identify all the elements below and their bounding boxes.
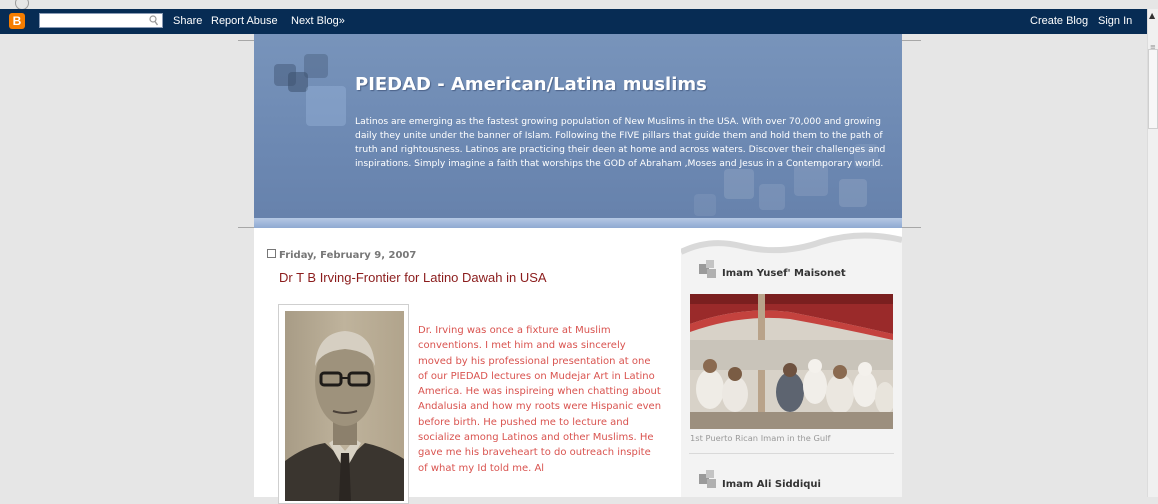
blog-title[interactable]: PIEDAD - American/Latina muslims xyxy=(355,74,707,95)
header-square-decoration xyxy=(839,179,867,207)
blogger-logo-icon[interactable]: B xyxy=(9,13,25,29)
sidebar: Imam Yusef' Maisonet 1st Puerto Rican Im… xyxy=(681,228,902,497)
header-band xyxy=(254,218,902,228)
header-square-decoration xyxy=(759,184,785,210)
post-body: Dr. Irving was once a fixture at Muslim … xyxy=(418,325,662,474)
blogger-navbar: B Share Report Abuse Next Blog» Create B… xyxy=(0,9,1147,34)
header-square-decoration xyxy=(724,169,754,199)
imam-yusef-photo[interactable] xyxy=(690,294,893,429)
post-photo[interactable] xyxy=(278,304,409,504)
browser-top-strip xyxy=(0,0,1158,10)
search-icon[interactable] xyxy=(149,15,158,26)
widget-squares-icon xyxy=(699,470,716,488)
tent-gathering-image xyxy=(690,294,893,429)
share-link[interactable]: Share xyxy=(173,15,202,27)
portrait-image xyxy=(285,311,404,501)
blog-description: Latinos are emerging as the fastest grow… xyxy=(355,116,886,169)
vertical-scrollbar[interactable]: ▲ ≡ xyxy=(1147,9,1158,497)
create-blog-link[interactable]: Create Blog xyxy=(1030,15,1088,27)
header-square-decoration xyxy=(304,54,328,78)
post-date: Friday, February 9, 2007 xyxy=(267,249,416,261)
scroll-grip-icon: ≡ xyxy=(1150,43,1156,51)
portrait-illustration xyxy=(285,331,404,501)
scrollbar-thumb[interactable] xyxy=(1148,49,1158,129)
widget-title-imam-yusef: Imam Yusef' Maisonet xyxy=(722,268,846,279)
sign-in-link[interactable]: Sign In xyxy=(1098,15,1132,27)
post-title[interactable]: Dr T B Irving-Frontier for Latino Dawah … xyxy=(279,270,547,285)
square-bullet-icon xyxy=(267,249,276,258)
post-date-text: Friday, February 9, 2007 xyxy=(279,250,417,261)
widget-title-imam-ali: Imam Ali Siddiqui xyxy=(722,479,821,490)
main-post-column: Friday, February 9, 2007 Dr T B Irving-F… xyxy=(254,228,681,504)
search-input[interactable] xyxy=(39,13,163,28)
report-abuse-link[interactable]: Report Abuse xyxy=(211,15,278,27)
blog-header: PIEDAD - American/Latina muslims Latinos… xyxy=(254,34,902,228)
header-square-decoration xyxy=(694,194,716,216)
header-square-decoration xyxy=(306,86,346,126)
imam-yusef-caption: 1st Puerto Rican Imam in the Gulf xyxy=(690,433,831,443)
widget-divider xyxy=(689,453,894,454)
scroll-up-arrow-icon[interactable]: ▲ xyxy=(1149,11,1155,20)
next-blog-link[interactable]: Next Blog» xyxy=(291,15,345,27)
widget-squares-icon xyxy=(699,260,716,278)
